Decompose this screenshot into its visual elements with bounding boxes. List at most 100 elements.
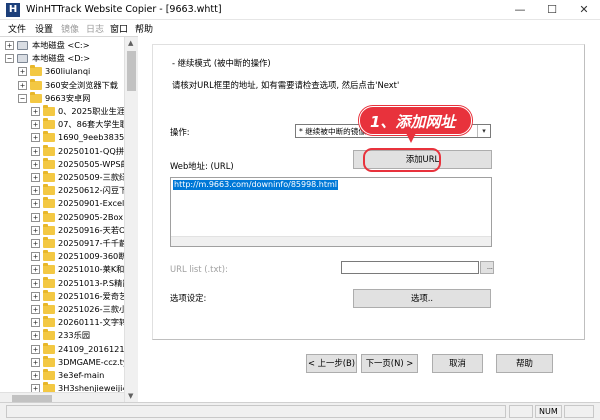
menu-help[interactable]: 帮助 <box>135 22 153 35</box>
expand-icon[interactable]: + <box>31 146 40 156</box>
wizard-heading: - 继续模式 (被中断的操作) <box>172 58 271 68</box>
folder-icon <box>43 131 55 143</box>
expand-icon[interactable]: + <box>31 278 40 288</box>
back-button[interactable]: < 上一步(B) <box>306 354 357 373</box>
add-url-highlight-ring <box>363 148 441 172</box>
expand-icon[interactable]: + <box>31 173 40 182</box>
collapse-icon[interactable]: − <box>5 54 14 64</box>
expand-icon[interactable]: + <box>31 291 40 301</box>
cancel-button[interactable]: 取消 <box>432 354 483 373</box>
expand-icon[interactable]: + <box>31 265 40 275</box>
url-horizontal-scrollbar[interactable] <box>171 236 491 246</box>
window-title: WinHTTrack Website Copier - [9663.whtt] <box>26 4 222 15</box>
folder-icon <box>43 276 55 288</box>
folder-icon <box>43 223 55 235</box>
folder-icon <box>30 78 42 90</box>
close-icon[interactable]: ✕ <box>568 0 600 20</box>
tree-item-label: 360liulanqi <box>45 66 91 77</box>
tree-item-label: 360安全浏览器下载 <box>45 79 118 90</box>
status-num: NUM <box>535 405 562 418</box>
folder-tree[interactable]: + 本地磁盘 <C:> − 本地磁盘 <D:> +360liulanqi +360安全浏览… <box>0 36 138 402</box>
menu-file[interactable]: 文件 <box>8 22 26 35</box>
action-label: 操作: <box>170 127 190 137</box>
expand-icon[interactable]: + <box>31 357 40 367</box>
folder-icon <box>43 237 55 248</box>
expand-icon[interactable]: + <box>31 252 40 262</box>
folder-icon <box>30 91 42 103</box>
help-button[interactable]: 帮助 <box>496 354 553 373</box>
expand-icon[interactable]: + <box>31 159 40 169</box>
folder-icon <box>43 118 55 130</box>
menu-mirror[interactable]: 镜像 <box>61 22 79 35</box>
drive-icon <box>17 41 28 50</box>
folder-icon <box>43 171 55 182</box>
expand-icon[interactable]: + <box>31 344 40 354</box>
expand-icon[interactable]: + <box>31 239 40 248</box>
app-logo-icon: H <box>6 3 20 17</box>
wizard-instruction: 请核对URL框里的地址, 如有需要请检查选项, 然后点击'Next' <box>172 80 400 90</box>
folder-icon <box>43 197 55 209</box>
callout-text: 1、添加网址 <box>370 113 456 131</box>
url-list-input[interactable] <box>341 261 479 274</box>
expand-icon[interactable]: + <box>31 212 40 222</box>
expand-icon[interactable]: + <box>18 67 27 77</box>
expand-icon[interactable]: + <box>31 318 40 328</box>
folder-icon <box>43 303 55 314</box>
expand-icon[interactable]: + <box>31 225 40 235</box>
tree-item-label: 0、2025职业生涯规 <box>58 106 134 116</box>
tutorial-callout: 1、添加网址 <box>359 106 472 135</box>
tree-item-label: 本地磁盘 <C:> <box>32 40 90 50</box>
title-bar: H WinHTTrack Website Copier - [9663.whtt… <box>0 0 600 20</box>
tree-hscroll-thumb[interactable] <box>12 395 52 402</box>
expand-icon[interactable]: + <box>31 120 40 130</box>
collapse-icon[interactable]: − <box>18 93 27 103</box>
folder-icon <box>43 157 55 169</box>
expand-icon[interactable]: + <box>31 331 40 341</box>
url-list-label: URL list (.txt): <box>170 264 228 274</box>
scroll-down-icon[interactable]: ▼ <box>128 392 133 400</box>
tree-scroll-thumb[interactable] <box>127 51 136 91</box>
folder-icon <box>43 184 55 196</box>
url-textarea[interactable]: http://m.9663.com/downinfo/85998.html <box>170 177 492 247</box>
expand-icon[interactable]: + <box>31 133 40 143</box>
chevron-down-icon[interactable]: ▾ <box>477 125 490 137</box>
options-label: 选项设定: <box>170 293 207 303</box>
folder-icon <box>43 369 55 380</box>
folder-icon <box>43 355 55 367</box>
folder-icon <box>43 210 55 222</box>
tree-item-label: 233乐园 <box>58 330 91 341</box>
menu-log[interactable]: 日志 <box>86 22 104 35</box>
minimize-icon[interactable]: — <box>504 0 536 20</box>
menu-window[interactable]: 窗口 <box>110 22 128 35</box>
expand-icon[interactable]: + <box>31 371 40 380</box>
maximize-icon[interactable]: ☐ <box>536 0 568 20</box>
tree-item-label: 20251010-莱K和网 <box>58 264 133 275</box>
expand-icon[interactable]: + <box>31 305 40 314</box>
folder-icon <box>43 263 55 275</box>
menu-settings[interactable]: 设置 <box>35 22 53 35</box>
expand-icon[interactable]: + <box>31 186 40 196</box>
status-cell-blank <box>509 405 533 418</box>
drive-icon <box>17 54 28 64</box>
expand-icon[interactable]: + <box>18 80 27 90</box>
tree-item-label: 9663安卓网 <box>45 92 91 103</box>
tree-vertical-scrollbar[interactable]: ▲ ▼ <box>124 37 138 402</box>
expand-icon[interactable]: + <box>5 41 14 50</box>
scroll-up-icon[interactable]: ▲ <box>128 39 133 47</box>
folder-icon <box>43 329 55 341</box>
expand-icon[interactable]: + <box>31 199 40 209</box>
tree-item-label: 20250905-2Box <box>58 211 124 222</box>
next-button[interactable]: 下一页(N) > <box>361 354 418 373</box>
options-button[interactable]: 选项.. <box>353 289 491 308</box>
browse-button[interactable]: ... <box>480 261 494 274</box>
status-cell-main <box>6 405 506 418</box>
expand-icon[interactable]: + <box>31 107 40 116</box>
callout-pointer <box>406 133 416 143</box>
folder-icon <box>43 316 55 328</box>
tree-item-label: 20250901-Excel聚 <box>58 198 133 209</box>
status-cell-extra <box>564 405 594 418</box>
tree-item-label: 20250101-QQ拼音 <box>58 145 133 156</box>
web-address-label: Web地址: (URL) <box>170 161 234 171</box>
folder-icon <box>43 105 55 116</box>
status-bar: NUM <box>0 402 600 420</box>
